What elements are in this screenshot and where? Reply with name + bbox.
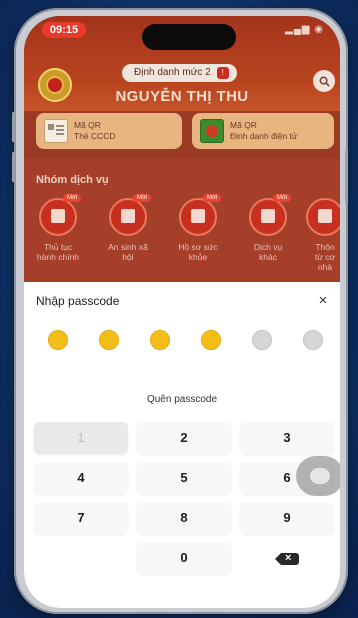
status-time: 09:15	[42, 22, 86, 38]
service-label: Hồ sơ sức	[178, 242, 218, 252]
key-3[interactable]: 3	[240, 422, 334, 454]
identification-level-badge[interactable]: Định danh mức 2 !	[122, 64, 237, 82]
medical-cross-icon: Mới	[179, 194, 222, 236]
qr-card-title: Mã QR	[74, 120, 101, 130]
passcode-dot-filled	[150, 330, 170, 350]
id-card-icon	[44, 119, 68, 143]
app-header: 09:15 ▂▄▆ ◉ Định danh mức 2 ! NGUYỄN THỊ…	[24, 16, 340, 111]
key-0[interactable]: 0	[137, 542, 231, 574]
service-item-other[interactable]: Mới Dịch vụ khác	[236, 194, 300, 262]
government-building-icon: Mới	[39, 194, 82, 236]
service-group: Nhóm dịch vụ Mới Thủ tục hành chính Mới …	[24, 158, 340, 282]
qr-cccd-card[interactable]: Mã QR Thẻ CCCD	[36, 113, 182, 149]
new-badge: Mới	[273, 194, 292, 202]
qr-card-subtitle: Thẻ CCCD	[74, 131, 116, 141]
numeric-keypad: 1 2 3 4 5 6 7 8 9 0	[34, 422, 334, 608]
key-7[interactable]: 7	[34, 502, 128, 534]
key-5[interactable]: 5	[137, 462, 231, 494]
backspace-button[interactable]	[240, 542, 334, 574]
status-icons: ▂▄▆ ◉	[285, 24, 324, 35]
house-icon	[306, 198, 340, 236]
key-9[interactable]: 9	[240, 502, 334, 534]
digital-id-icon	[200, 119, 224, 143]
service-item-administrative[interactable]: Mới Thủ tục hành chính	[26, 194, 90, 262]
phone-screen: 09:15 ▂▄▆ ◉ Định danh mức 2 ! NGUYỄN THỊ…	[24, 16, 340, 608]
service-label: An sinh xã	[108, 242, 148, 252]
key-4[interactable]: 4	[34, 462, 128, 494]
service-label: khác	[259, 252, 277, 262]
service-label: nhà	[317, 262, 333, 272]
backspace-icon	[275, 550, 299, 566]
passcode-dot-empty	[303, 330, 323, 350]
forgot-passcode-link[interactable]: Quên passcode	[24, 394, 340, 405]
passcode-dots	[24, 330, 340, 354]
passcode-dot-empty	[252, 330, 272, 350]
passcode-dot-filled	[201, 330, 221, 350]
grid-icon: Mới	[249, 194, 292, 236]
search-button[interactable]	[313, 70, 335, 92]
new-badge: Mới	[203, 194, 222, 202]
service-item-health-record[interactable]: Mới Hồ sơ sức khỏe	[166, 194, 230, 262]
shield-icon: !	[216, 67, 229, 79]
qr-card-subtitle: Định danh điện tử	[230, 131, 298, 141]
phone-side-button	[345, 150, 348, 204]
flower-icon: Mới	[109, 194, 152, 236]
passcode-dot-filled	[48, 330, 68, 350]
phone-side-button	[12, 112, 15, 142]
assistive-touch-button[interactable]	[296, 456, 340, 496]
sheet-title: Nhập passcode	[36, 294, 120, 308]
phone-side-button	[12, 152, 15, 182]
dynamic-island	[142, 24, 236, 50]
service-label: Thôn	[315, 242, 335, 252]
passcode-dot-filled	[99, 330, 119, 350]
qr-digital-id-card[interactable]: Mã QR Định danh điện tử	[192, 113, 334, 149]
search-icon	[319, 76, 330, 87]
key-1[interactable]: 1	[34, 422, 128, 454]
qr-card-title: Mã QR	[230, 120, 257, 130]
service-label: hội	[122, 252, 134, 262]
service-label: Dịch vụ	[253, 242, 283, 252]
service-label: từ cơ	[314, 252, 336, 262]
key-8[interactable]: 8	[137, 502, 231, 534]
passcode-sheet: Nhập passcode × Quên passcode 1 2 3 4 5 …	[24, 282, 340, 608]
service-label: khỏe	[188, 252, 208, 262]
close-button[interactable]: ×	[314, 292, 332, 310]
service-item-household[interactable]: Thôn từ cơ nhà	[300, 198, 340, 272]
key-2[interactable]: 2	[137, 422, 231, 454]
key-blank	[34, 542, 128, 574]
service-label: hành chính	[36, 252, 80, 262]
service-item-social-security[interactable]: Mới An sinh xã hội	[96, 194, 160, 262]
service-group-title: Nhóm dịch vụ	[36, 174, 109, 186]
new-badge: Mới	[63, 194, 82, 202]
user-name: NGUYỄN THỊ THU	[115, 88, 249, 105]
identification-level-label: Định danh mức 2	[134, 67, 211, 78]
service-label: Thủ tục	[43, 242, 73, 252]
new-badge: Mới	[133, 194, 152, 202]
